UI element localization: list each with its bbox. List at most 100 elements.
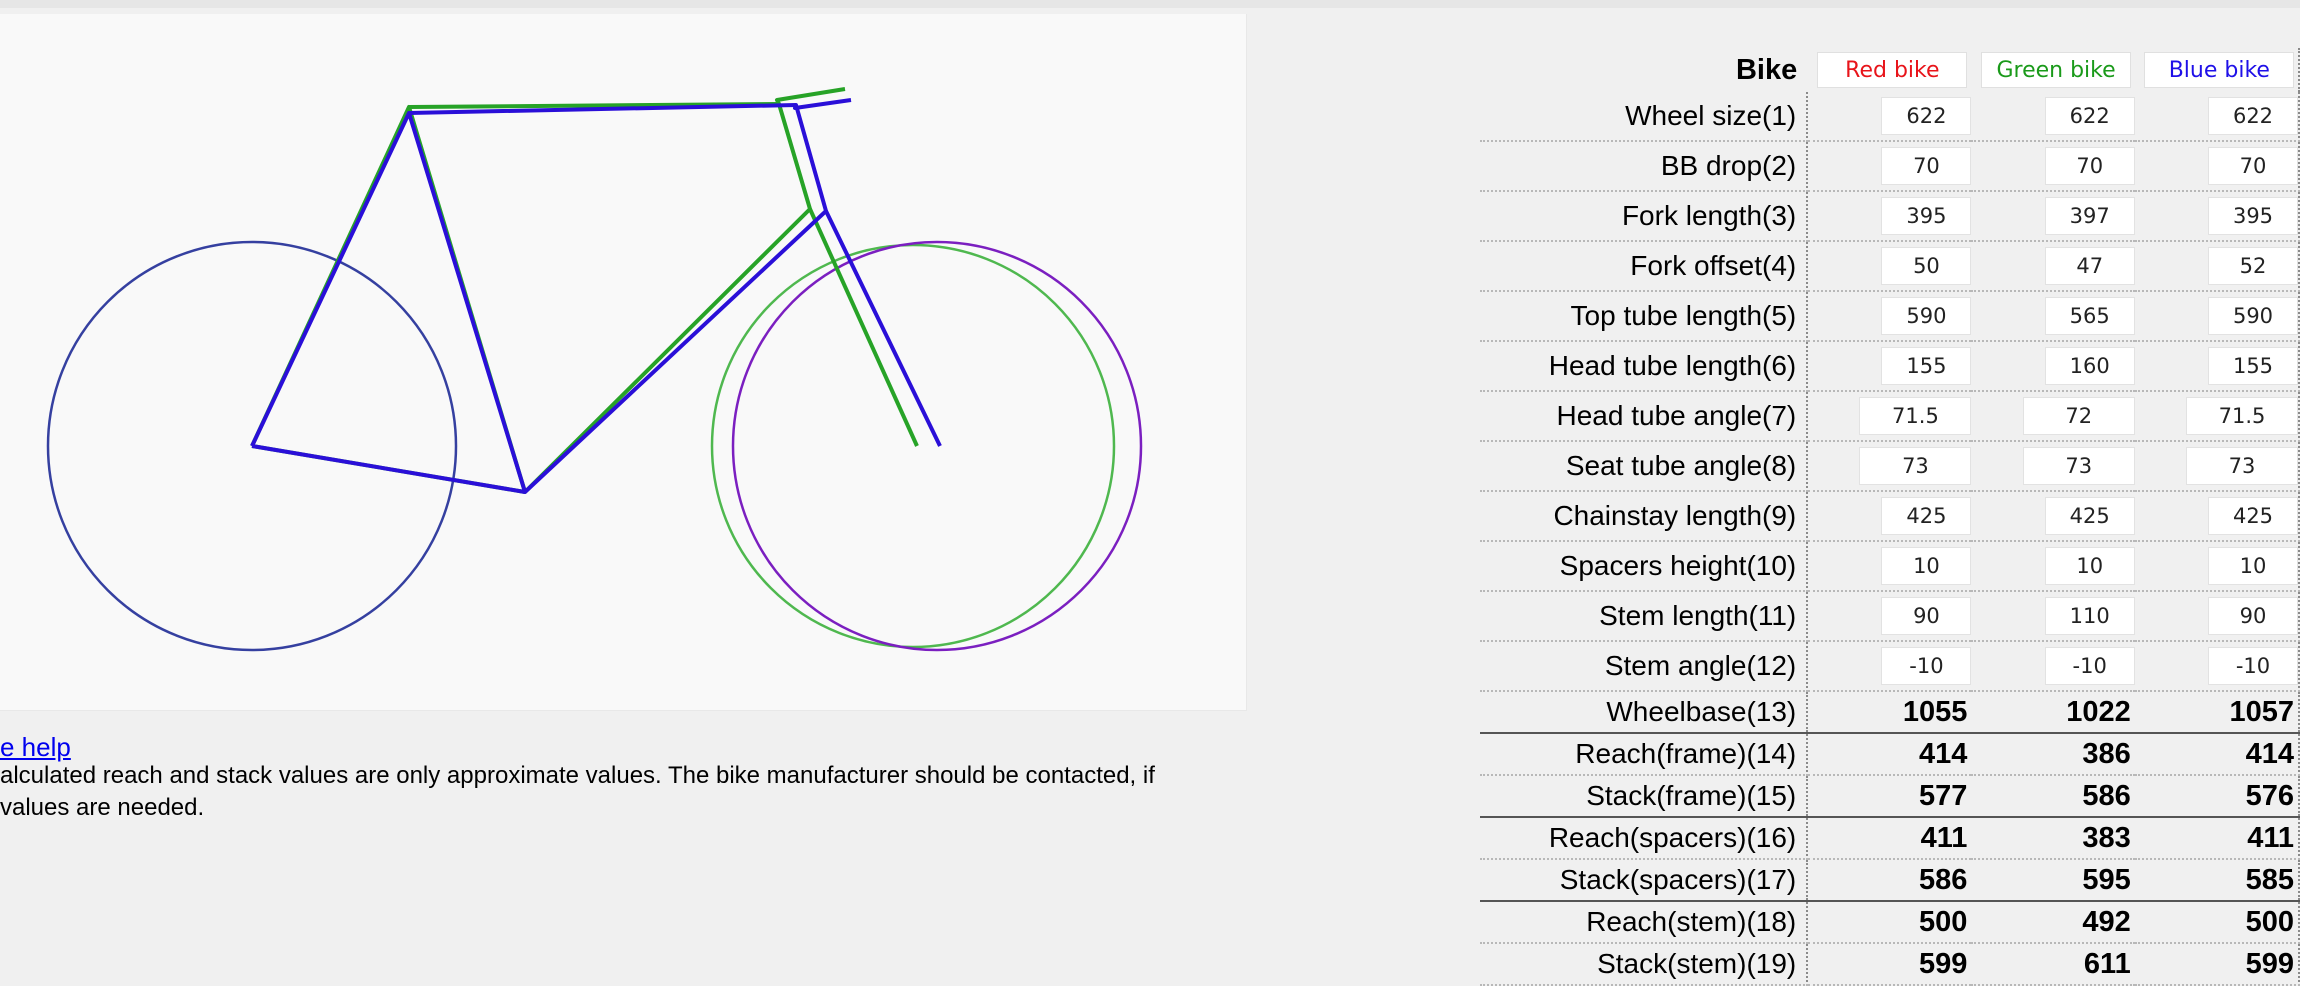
row-label: Spacers height(10) xyxy=(1480,541,1809,592)
red-bike-result: 586 xyxy=(1807,859,1972,902)
blue-bike-value-input[interactable] xyxy=(2186,397,2298,435)
blue-bike-value-input[interactable] xyxy=(2208,647,2298,685)
value-cell xyxy=(1971,591,2135,642)
green-bike-value-input[interactable] xyxy=(2044,547,2135,585)
row-label: Reach(spacers)(16) xyxy=(1480,816,1809,860)
green-bike-value-input[interactable] xyxy=(2044,147,2135,185)
red-bike-value-input[interactable] xyxy=(1881,497,1972,535)
row-label: Stem length(11) xyxy=(1480,591,1809,642)
bike-name-cell xyxy=(2134,48,2300,92)
input-row: Wheel size(1) xyxy=(1480,92,2300,142)
blue-bike-value-input[interactable] xyxy=(2208,347,2298,385)
green-bike-value-input[interactable] xyxy=(2044,297,2135,335)
red-bike-value-input[interactable] xyxy=(1881,647,1972,685)
green-bike-name-input[interactable] xyxy=(1981,52,2132,89)
value-cell xyxy=(2134,191,2300,242)
result-row: Reach(stem)(18) 500 492 500 xyxy=(1480,900,2300,944)
blue-bike-value-input[interactable] xyxy=(2208,197,2298,235)
green-bike-value-input[interactable] xyxy=(2044,247,2135,285)
help-link[interactable]: e help xyxy=(0,732,71,763)
value-cell xyxy=(2134,92,2300,142)
red-bike-value-input[interactable] xyxy=(1881,197,1972,235)
red-bike-value-input[interactable] xyxy=(1881,97,1972,135)
value-cell xyxy=(1971,92,2135,142)
blue-bike-value-input[interactable] xyxy=(2208,547,2298,585)
value-cell xyxy=(1807,541,1972,592)
green-bike-result: 586 xyxy=(1971,775,2135,818)
table-header-row: Bike xyxy=(1480,48,2300,92)
green-bike-result: 611 xyxy=(1971,943,2135,986)
input-row: Seat tube angle(8) xyxy=(1480,441,2300,492)
blue-bike-result: 585 xyxy=(2134,859,2300,902)
value-cell xyxy=(1807,241,1972,292)
red-bike-result: 599 xyxy=(1807,943,1972,986)
green-bike-result: 1022 xyxy=(1971,691,2135,734)
row-label: Fork offset(4) xyxy=(1480,241,1809,292)
blue-bike-result: 1057 xyxy=(2134,691,2300,734)
blue-bike-frame xyxy=(250,98,942,494)
blue-bike-name-input[interactable] xyxy=(2144,52,2295,89)
value-cell xyxy=(1971,541,2135,592)
green-bike-value-input[interactable] xyxy=(2044,497,2135,535)
value-cell xyxy=(1971,141,2135,192)
blue-bike-result: 500 xyxy=(2134,900,2300,944)
value-cell xyxy=(1807,191,1972,242)
red-bike-value-input[interactable] xyxy=(1881,147,1972,185)
green-bike-value-input[interactable] xyxy=(2044,597,2135,635)
red-bike-name-input[interactable] xyxy=(1817,52,1968,89)
green-bike-value-input[interactable] xyxy=(2044,647,2135,685)
green-bike-value-input[interactable] xyxy=(2022,447,2135,485)
value-cell xyxy=(1971,241,2135,292)
red-bike-result: 414 xyxy=(1807,732,1972,776)
value-cell xyxy=(1807,341,1972,392)
row-label: Stack(spacers)(17) xyxy=(1480,859,1809,902)
red-bike-result: 577 xyxy=(1807,775,1972,818)
value-cell xyxy=(1971,291,2135,342)
value-cell xyxy=(1971,191,2135,242)
blue-bike-value-input[interactable] xyxy=(2208,497,2298,535)
red-bike-value-input[interactable] xyxy=(1859,447,1972,485)
value-cell xyxy=(2134,591,2300,642)
row-label: Stack(frame)(15) xyxy=(1480,775,1809,818)
row-label: Top tube length(5) xyxy=(1480,291,1809,342)
red-bike-value-input[interactable] xyxy=(1881,547,1972,585)
green-bike-value-input[interactable] xyxy=(2044,197,2135,235)
value-cell xyxy=(1971,341,2135,392)
blue-bike-value-input[interactable] xyxy=(2208,297,2298,335)
value-cell xyxy=(1807,591,1972,642)
result-row: Stack(frame)(15) 577 586 576 xyxy=(1480,775,2300,818)
bike-header-label: Bike xyxy=(1735,53,1798,86)
red-bike-value-input[interactable] xyxy=(1881,247,1972,285)
blue-bike-value-input[interactable] xyxy=(2186,447,2298,485)
bike-name-cell xyxy=(1807,48,1971,92)
green-bike-value-input[interactable] xyxy=(2044,97,2135,135)
red-bike-result: 1055 xyxy=(1807,691,1972,734)
input-row: BB drop(2) xyxy=(1480,141,2300,192)
input-row: Fork offset(4) xyxy=(1480,241,2300,292)
row-label: Seat tube angle(8) xyxy=(1480,441,1809,492)
value-cell xyxy=(2134,391,2300,442)
bike-geometry-svg xyxy=(46,87,1143,652)
geometry-table: Bike Wheel size(1)BB drop(2)Fork length(3… xyxy=(1480,48,2300,986)
result-row: Wheelbase(13) 1055 1022 1057 xyxy=(1480,691,2300,734)
result-row: Stack(spacers)(17) 586 595 585 xyxy=(1480,859,2300,902)
red-bike-value-input[interactable] xyxy=(1881,297,1972,335)
red-bike-value-input[interactable] xyxy=(1881,597,1972,635)
blue-bike-value-input[interactable] xyxy=(2208,247,2298,285)
result-row: Reach(spacers)(16) 411 383 411 xyxy=(1480,816,2300,860)
red-bike-result: 411 xyxy=(1807,816,1972,860)
green-bike-result: 595 xyxy=(1971,859,2135,902)
value-cell xyxy=(1807,391,1972,442)
value-cell xyxy=(2134,641,2300,692)
green-bike-value-input[interactable] xyxy=(2044,347,2135,385)
green-bike-value-input[interactable] xyxy=(2022,397,2135,435)
blue-bike-value-input[interactable] xyxy=(2208,147,2298,185)
blue-bike-value-input[interactable] xyxy=(2208,97,2298,135)
value-cell xyxy=(2134,341,2300,392)
blue-bike-value-input[interactable] xyxy=(2208,597,2298,635)
red-bike-value-input[interactable] xyxy=(1859,397,1972,435)
approximation-note: alculated reach and stack values are onl… xyxy=(0,762,1155,821)
green-bike-result: 386 xyxy=(1971,732,2135,776)
front-wheel-purple xyxy=(731,240,1143,652)
red-bike-value-input[interactable] xyxy=(1881,347,1972,385)
